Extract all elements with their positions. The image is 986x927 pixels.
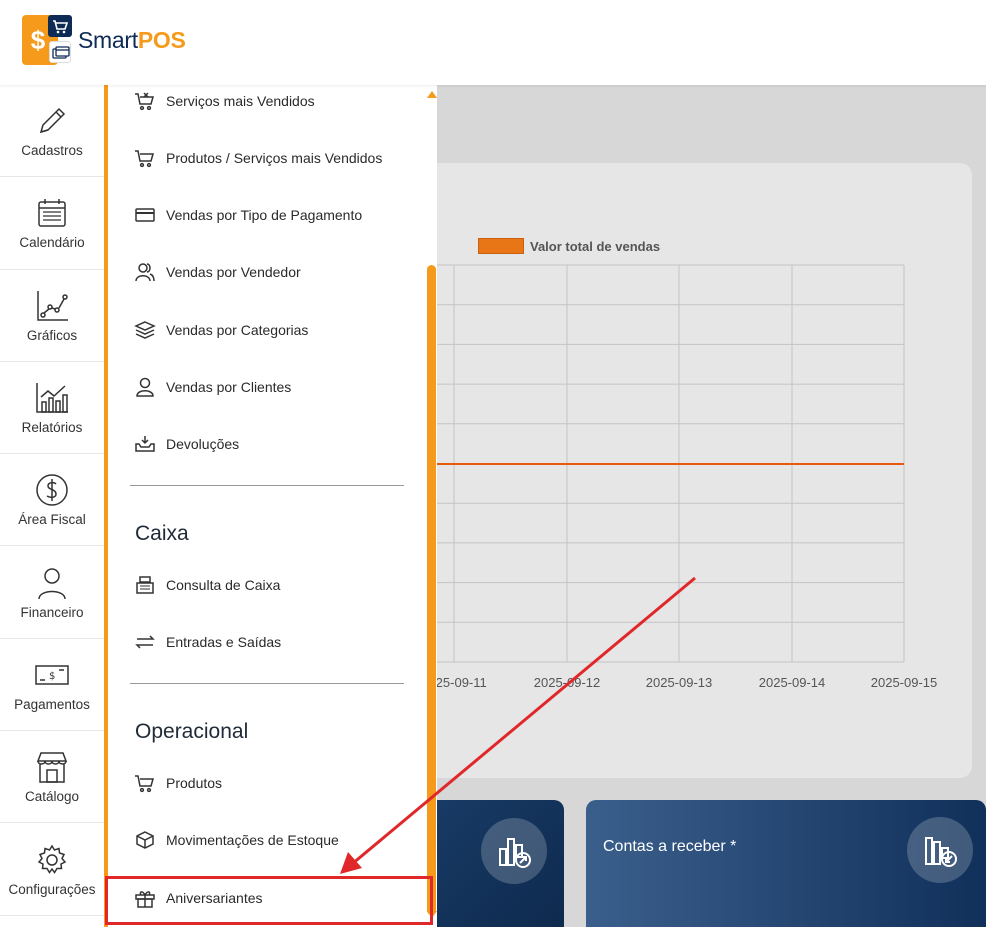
bar-chart-up-icon <box>481 818 547 884</box>
divider <box>130 683 404 684</box>
bar-chart-down-icon <box>907 817 973 883</box>
line-chart-icon <box>34 288 70 324</box>
submenu-item-label: Movimentações de Estoque <box>166 832 339 848</box>
highlight-box-aniversariantes <box>105 876 433 925</box>
top-header: $ SmartPOS <box>0 0 986 85</box>
main-sidebar: Cadastros Calendário Gráficos Relatórios… <box>0 85 104 927</box>
drawer-scrollbar[interactable] <box>427 265 436 915</box>
rail-item-label: Pagamentos <box>14 696 90 712</box>
rail-item-configuracoes[interactable]: Configurações <box>0 823 104 916</box>
calendar-icon <box>35 195 69 231</box>
person-icon <box>34 565 70 601</box>
banknote-icon: $ <box>34 657 70 693</box>
layers-icon <box>134 320 156 340</box>
rail-item-catalogo[interactable]: Catálogo <box>0 731 104 824</box>
rail-item-label: Cadastros <box>21 143 83 159</box>
x-tick-label: 2025-09-14 <box>759 675 826 690</box>
submenu-item-entradas-e-saidas[interactable]: Entradas e Saídas <box>134 632 281 652</box>
submenu-item-label: Entradas e Saídas <box>166 634 282 650</box>
box-icon <box>134 830 156 850</box>
store-icon <box>34 749 70 785</box>
dollar-circle-icon <box>34 472 70 508</box>
submenu-item-label: Vendas por Tipo de Pagamento <box>166 207 363 223</box>
submenu-item-produtos-servicos-mais-vendidos[interactable]: Produtos / Serviços mais Vendidos <box>134 148 382 168</box>
submenu-item-label: Vendas por Categorias <box>166 322 309 338</box>
divider <box>130 485 404 486</box>
accounts-receivable-card[interactable]: Contas a receber * <box>586 800 986 927</box>
rail-item-label: Configurações <box>8 881 96 897</box>
rail-item-label: Relatórios <box>21 420 83 436</box>
reports-submenu-drawer: Caixa Operacional Serviços mais Vendidos… <box>104 85 437 927</box>
svg-text:$: $ <box>49 671 55 682</box>
submenu-item-vendas-por-clientes[interactable]: Vendas por Clientes <box>134 377 291 397</box>
submenu-item-movimentacoes-de-estoque[interactable]: Movimentações de Estoque <box>134 830 339 850</box>
scroll-up-arrow-icon[interactable] <box>427 91 437 98</box>
submenu-item-label: Produtos / Serviços mais Vendidos <box>166 150 383 166</box>
credit-card-icon <box>134 205 156 225</box>
x-tick-label: 2025-09-15 <box>871 675 938 690</box>
submenu-item-produtos[interactable]: Produtos <box>134 773 222 793</box>
gear-icon <box>35 842 69 878</box>
rail-item-label: Gráficos <box>26 327 78 343</box>
cart-icon <box>134 773 156 793</box>
rail-item-label: Calendário <box>19 235 85 251</box>
swap-arrows-icon <box>134 632 156 652</box>
user-icon <box>134 377 156 397</box>
submenu-item-label: Consulta de Caixa <box>166 577 281 593</box>
accounts-receivable-title: Contas a receber * <box>603 838 737 855</box>
rail-item-label: Catálogo <box>24 789 80 805</box>
submenu-item-consulta-de-caixa[interactable]: Consulta de Caixa <box>134 575 280 595</box>
cash-register-icon <box>134 575 156 595</box>
rail-item-area-fiscal[interactable]: Área Fiscal <box>0 454 104 547</box>
logo-mark-icon: $ <box>22 15 72 65</box>
tray-icon <box>134 434 156 454</box>
pencil-icon <box>35 103 69 139</box>
bar-chart-icon <box>34 380 70 416</box>
rail-item-relatorios[interactable]: Relatórios <box>0 362 104 455</box>
operacional-section-title: Operacional <box>135 720 249 743</box>
rail-item-label: Área Fiscal <box>18 512 86 528</box>
rail-item-calendario[interactable]: Calendário <box>0 177 104 270</box>
users-icon <box>134 262 156 282</box>
submenu-item-label: Serviços mais Vendidos <box>166 93 315 109</box>
x-tick-label: 2025-09-13 <box>646 675 713 690</box>
submenu-item-label: Vendas por Vendedor <box>166 264 301 280</box>
cart-icon <box>134 148 156 168</box>
submenu-item-vendas-por-tipo-de-pagamento[interactable]: Vendas por Tipo de Pagamento <box>134 205 362 225</box>
submenu-item-devolucoes[interactable]: Devoluções <box>134 434 239 454</box>
rail-item-graficos[interactable]: Gráficos <box>0 270 104 362</box>
x-tick-label: 2025-09-12 <box>534 675 601 690</box>
submenu-item-vendas-por-vendedor[interactable]: Vendas por Vendedor <box>134 262 301 282</box>
submenu-item-vendas-por-categorias[interactable]: Vendas por Categorias <box>134 320 308 340</box>
submenu-item-label: Devoluções <box>166 436 240 452</box>
rail-item-cadastros[interactable]: Cadastros <box>0 85 104 178</box>
cart-tools-icon <box>134 91 156 111</box>
submenu-item-servicos-mais-vendidos[interactable]: Serviços mais Vendidos <box>134 91 315 111</box>
submenu-item-label: Vendas por Clientes <box>166 379 292 395</box>
logo-text: SmartPOS <box>78 26 186 53</box>
rail-item-pagamentos[interactable]: $ Pagamentos <box>0 639 104 732</box>
rail-item-label: Financeiro <box>20 604 84 620</box>
smartpos-logo[interactable]: $ SmartPOS <box>22 15 186 65</box>
rail-item-financeiro[interactable]: Financeiro <box>0 546 104 639</box>
submenu-item-label: Produtos <box>166 775 223 791</box>
caixa-section-title: Caixa <box>135 522 189 545</box>
